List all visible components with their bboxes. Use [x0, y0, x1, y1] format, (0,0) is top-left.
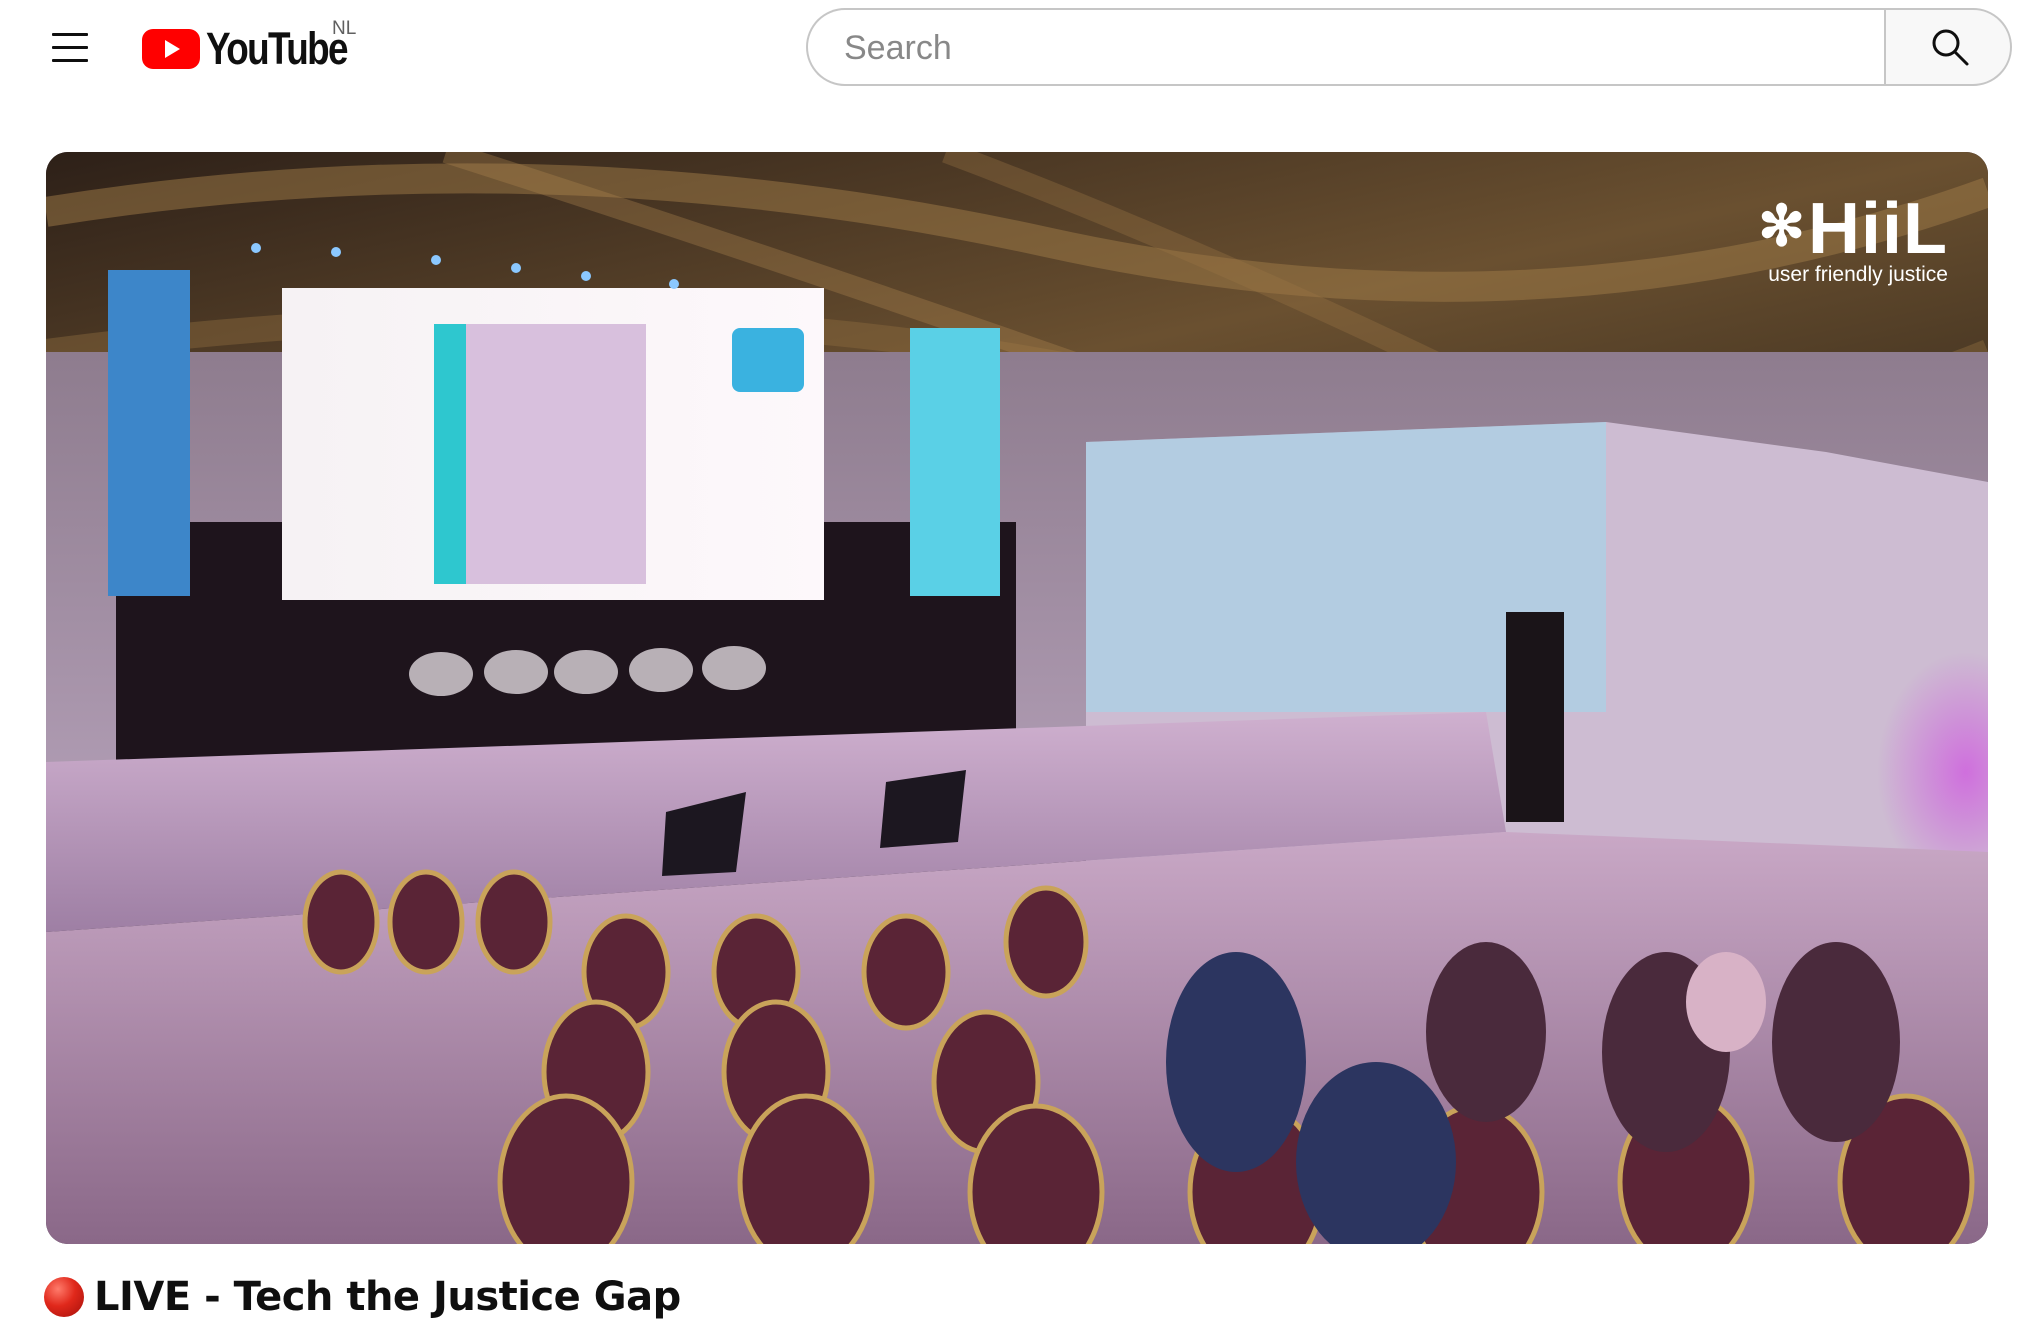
- country-code: NL: [332, 18, 357, 39]
- masthead: YouTube NL: [0, 0, 2026, 100]
- search-icon: [1932, 29, 1969, 66]
- hamburger-menu-icon[interactable]: [52, 33, 88, 63]
- red-circle-icon: [44, 1277, 84, 1317]
- video-title: LIVE - Tech the Justice Gap: [94, 1274, 681, 1320]
- video-title-row: LIVE - Tech the Justice Gap: [44, 1270, 681, 1324]
- logo-wordmark: YouTube: [206, 23, 349, 74]
- search-button[interactable]: [1884, 8, 2012, 86]
- hiil-logo: ✻HiiL: [1758, 189, 1948, 269]
- channel-watermark: ✻HiiL user friendly justice: [1758, 190, 1948, 287]
- youtube-play-icon: [142, 29, 200, 69]
- video-frame: [46, 152, 1988, 1244]
- video-player[interactable]: ✻HiiL user friendly justice: [46, 152, 1988, 1244]
- hiil-tagline: user friendly justice: [1768, 263, 1948, 286]
- search-input[interactable]: [842, 24, 1846, 72]
- search-box: [806, 8, 1884, 86]
